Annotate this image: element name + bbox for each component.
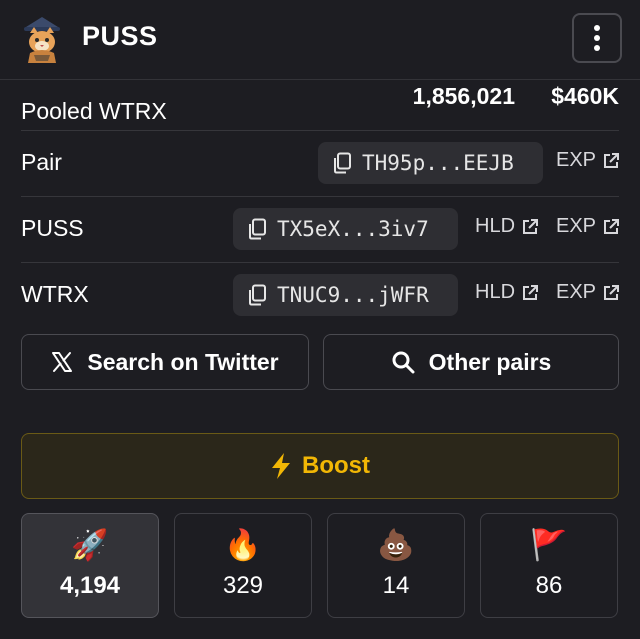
search-twitter-label: Search on Twitter [87, 348, 279, 375]
external-link-icon [523, 218, 539, 234]
external-link-icon [523, 284, 539, 300]
reaction-count: 329 [222, 572, 264, 599]
external-link-icon [604, 152, 620, 168]
reaction-poop[interactable]: 💩 14 [327, 513, 465, 618]
kebab-menu-icon [594, 25, 600, 31]
reaction-count: 14 [382, 572, 410, 599]
reaction-rocket[interactable]: 🚀 4,194 [21, 513, 159, 618]
pair-exp-label: EXP [556, 149, 597, 171]
wtrx-address-copy-button[interactable]: TNUC9...jWFR [233, 274, 458, 316]
pair-address-copy-button[interactable]: TH95p...EEJB [318, 142, 543, 184]
reaction-count: 4,194 [59, 572, 121, 599]
puss-hld-label: HLD [475, 215, 516, 237]
wtrx-exp-label: EXP [556, 281, 597, 303]
kebab-menu-button[interactable] [572, 13, 622, 63]
puss-row: PUSS TX5eX...3iv7 HLD EXP [21, 197, 620, 263]
reaction-count: 86 [535, 572, 563, 599]
other-pairs-button[interactable]: Other pairs [323, 334, 619, 390]
puss-exp-link[interactable]: EXP [556, 215, 620, 238]
kebab-menu-dot [594, 45, 600, 51]
external-link-icon [604, 218, 620, 234]
lightning-icon [270, 452, 292, 480]
kebab-menu-dot [594, 35, 600, 41]
pooled-label: Pooled WTRX [21, 98, 167, 124]
boost-label: Boost [302, 452, 370, 479]
copy-icon [249, 218, 266, 240]
copy-icon [334, 152, 351, 174]
header: PUSS [0, 0, 640, 80]
pair-row: Pair TH95p...EEJB EXP [21, 131, 620, 197]
pair-label: Pair [21, 149, 62, 175]
puss-exp-label: EXP [556, 215, 597, 237]
token-page: PUSS Pooled WTRX 1,856,021 $460K Pair TH… [0, 0, 640, 639]
cat-wizard-avatar[interactable] [20, 15, 64, 63]
poop-icon: 💩 [377, 529, 415, 562]
rocket-icon: 🚀 [71, 529, 109, 562]
pair-exp-link[interactable]: EXP [556, 149, 620, 172]
search-twitter-button[interactable]: Search on Twitter [21, 334, 309, 390]
pooled-wtrx-row: Pooled WTRX 1,856,021 $460K [21, 80, 619, 131]
wtrx-hld-label: HLD [475, 281, 516, 303]
external-link-icon [604, 284, 620, 300]
other-pairs-label: Other pairs [428, 348, 552, 375]
wtrx-hld-link[interactable]: HLD [475, 281, 539, 304]
puss-address-copy-button[interactable]: TX5eX...3iv7 [233, 208, 458, 250]
brand-name: PUSS [82, 21, 158, 51]
pooled-amount: 1,856,021 [412, 83, 515, 109]
wtrx-address: TNUC9...jWFR [277, 283, 429, 307]
wtrx-row: WTRX TNUC9...jWFR HLD EXP [21, 263, 620, 325]
puss-hld-link[interactable]: HLD [475, 215, 539, 238]
pair-address: TH95p...EEJB [362, 151, 514, 175]
puss-label: PUSS [21, 215, 84, 241]
puss-address: TX5eX...3iv7 [277, 217, 429, 241]
search-icon [391, 350, 415, 374]
reaction-fire[interactable]: 🔥 329 [174, 513, 312, 618]
copy-icon [249, 284, 266, 306]
wtrx-label: WTRX [21, 281, 89, 307]
red-flag-icon: 🚩 [530, 529, 568, 562]
fire-icon: 🔥 [224, 529, 262, 562]
boost-button[interactable]: Boost [21, 433, 619, 499]
x-logo-icon [51, 351, 73, 373]
reaction-red-flag[interactable]: 🚩 86 [480, 513, 618, 618]
pooled-usd: $460K [551, 83, 619, 109]
wtrx-exp-link[interactable]: EXP [556, 281, 620, 304]
